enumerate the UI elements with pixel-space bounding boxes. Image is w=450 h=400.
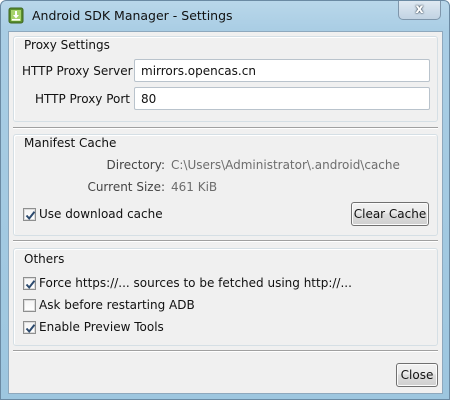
close-icon: x (415, 2, 424, 17)
window-close-button[interactable]: x (398, 1, 441, 20)
separator-1 (13, 127, 438, 129)
current-size-value: 461 KiB (171, 180, 218, 194)
force-http-checkbox-row[interactable]: Force https://... sources to be fetched … (23, 276, 353, 292)
directory-value: C:\Users\Administrator\.android\cache (171, 158, 400, 172)
proxy-settings-title: Proxy Settings (24, 38, 110, 52)
force-http-checkbox[interactable] (23, 277, 36, 290)
use-download-cache-label: Use download cache (39, 207, 163, 221)
use-download-cache-checkbox-row[interactable]: Use download cache (23, 207, 183, 223)
current-size-label: Current Size: (87, 180, 165, 194)
http-proxy-port-input[interactable] (134, 87, 430, 110)
http-proxy-server-label: HTTP Proxy Server (22, 64, 133, 78)
http-proxy-server-input[interactable] (134, 59, 430, 82)
checkmark-icon (25, 324, 36, 334)
others-title: Others (24, 252, 65, 266)
checkmark-icon (25, 211, 36, 221)
checkmark-icon (25, 280, 36, 290)
separator-2 (13, 240, 438, 242)
clear-cache-button[interactable]: Clear Cache (351, 202, 429, 226)
dialog-content: Proxy Settings HTTP Proxy Server HTTP Pr… (8, 31, 443, 394)
download-arrow-icon (8, 7, 24, 24)
ask-restart-adb-label: Ask before restarting ADB (39, 298, 195, 312)
enable-preview-tools-checkbox-row[interactable]: Enable Preview Tools (23, 320, 183, 336)
use-download-cache-checkbox[interactable] (23, 208, 36, 221)
ask-restart-adb-checkbox[interactable] (23, 299, 36, 312)
ask-restart-adb-checkbox-row[interactable]: Ask before restarting ADB (23, 298, 203, 314)
title-bar[interactable]: Android SDK Manager - Settings x (1, 1, 449, 31)
enable-preview-tools-label: Enable Preview Tools (39, 320, 164, 334)
directory-label: Directory: (106, 158, 165, 172)
settings-window: Android SDK Manager - Settings x Proxy S… (0, 0, 450, 400)
manifest-cache-title: Manifest Cache (24, 136, 117, 150)
force-http-label: Force https://... sources to be fetched … (39, 276, 352, 290)
window-title: Android SDK Manager - Settings (32, 8, 233, 23)
separator-3 (13, 350, 438, 352)
close-button[interactable]: Close (396, 363, 438, 387)
enable-preview-tools-checkbox[interactable] (23, 321, 36, 334)
http-proxy-port-label: HTTP Proxy Port (35, 92, 130, 106)
